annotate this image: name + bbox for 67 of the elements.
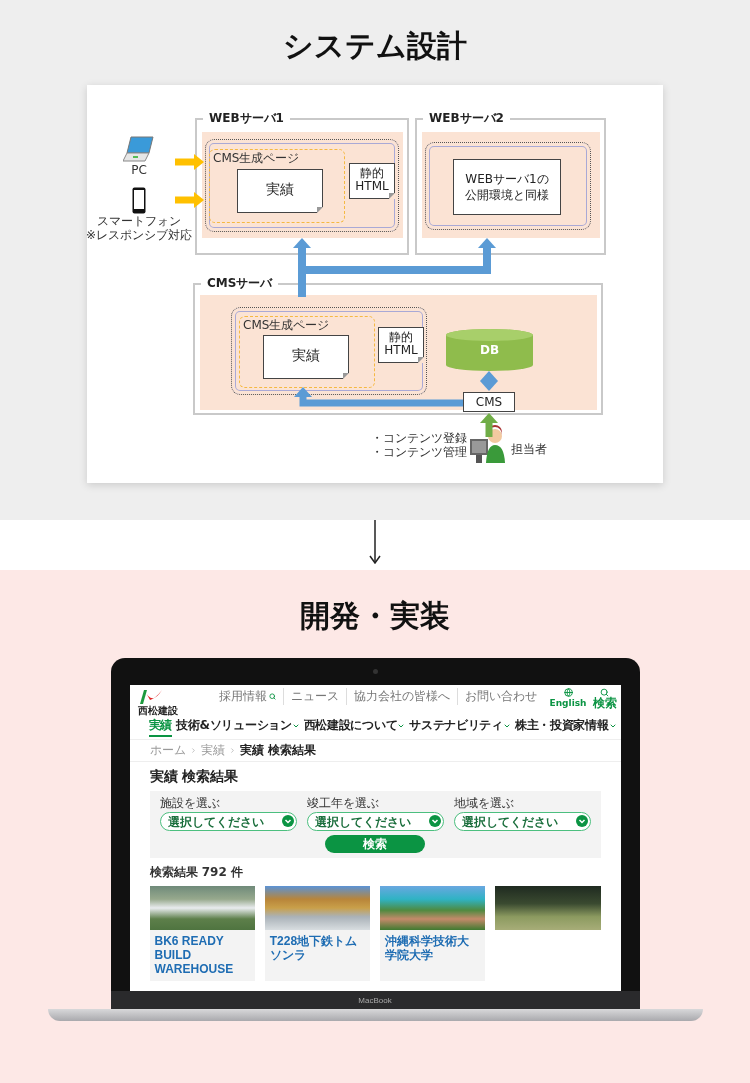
header-icon-link[interactable]: 検索 (586, 688, 617, 710)
camera-dot (372, 669, 378, 674)
utility-link[interactable]: ニュース (282, 688, 346, 705)
device-label: MacBook (358, 995, 392, 1005)
select-field[interactable]: 選択してください (306, 812, 444, 831)
laptop-icon (123, 135, 155, 163)
server-title: WEBサーバ1 (203, 111, 290, 125)
server-title: CMSサーバ (201, 276, 279, 290)
photo-placeholder[interactable] (495, 886, 601, 930)
section-heading: 開発・実装 (300, 597, 450, 635)
result-title: 沖縄科学技術大学院大学 (384, 933, 470, 964)
filter-label: 施設を選ぶ (159, 796, 221, 810)
document-sheet: 実績 (237, 169, 323, 213)
header-icon-link[interactable]: English (543, 688, 587, 710)
zone-label: CMS生成ページ (243, 319, 330, 332)
task-item: ・コンテンツ管理 (371, 445, 467, 459)
filter-label: 竣工年を選ぶ (306, 796, 380, 810)
nav-link[interactable]: 西松建設について (303, 718, 406, 737)
result-count: 検索結果 792 件 (149, 864, 244, 881)
client-label: PC (131, 163, 147, 177)
document-sheet: 静的 HTML (378, 327, 424, 363)
client-note: ※レスポンシブ対応 (85, 228, 193, 242)
result-title: BK6 READY BUILD WAREHOUSE (153, 933, 235, 978)
search-icon (600, 688, 609, 697)
chevron-right-icon (228, 747, 236, 754)
nav-link[interactable]: 技術&ソリューション (176, 718, 300, 737)
section-heading: システム設計 (283, 27, 467, 65)
select-field[interactable]: 選択してください (453, 812, 591, 831)
logo-text: 西松建設 (137, 705, 178, 716)
operator-arrow (480, 413, 498, 437)
chevron-circle-icon (428, 815, 441, 827)
chevron-right-icon (189, 747, 197, 754)
filter-label: 地域を選ぶ (453, 796, 515, 810)
document-sheet: 静的 HTML (349, 163, 395, 199)
smartphone-icon (132, 187, 146, 214)
search-icon (268, 693, 276, 700)
database-arrow (480, 371, 498, 391)
cms-box: CMS (463, 392, 515, 412)
search-button[interactable]: 検索 (325, 835, 425, 853)
result-card[interactable]: BK6 READY BUILD WAREHOUSE (149, 886, 255, 981)
breadcrumb-link[interactable]: 実績 検索結果 (239, 742, 316, 759)
result-card[interactable]: 沖縄科学技術大学院大学 (380, 886, 486, 981)
client-label: スマートフォン (97, 214, 181, 228)
result-card[interactable]: T228地下鉄トムソンラ (264, 886, 370, 981)
operator-at-computer-icon (470, 423, 506, 465)
nav-link[interactable]: サステナビリティ (409, 718, 511, 737)
task-item: ・コンテンツ登録 (371, 431, 467, 445)
server-title: WEBサーバ2 (423, 111, 510, 125)
operator-label: 担当者 (511, 441, 547, 458)
page-title: 実績 検索結果 (149, 768, 240, 784)
nav-link[interactable]: 実績 (148, 718, 173, 737)
database-label: DB (479, 343, 500, 357)
note-box: WEBサーバ1の 公開環境と同様 (453, 159, 561, 215)
zone-label: CMS生成ページ (213, 152, 300, 165)
globe-icon (563, 688, 573, 697)
chevron-circle-icon (575, 815, 588, 827)
utility-link[interactable]: 採用情報 (211, 688, 283, 705)
nav-link[interactable]: 株主・投資家情報 (514, 718, 617, 737)
chevron-circle-icon (281, 815, 294, 827)
utility-link[interactable]: お問い合わせ (456, 688, 544, 705)
result-title: T228地下鉄トムソンラ (268, 933, 359, 964)
select-field[interactable]: 選択してください (159, 812, 297, 831)
down-arrow-icon (369, 520, 381, 564)
breadcrumb-link[interactable]: ホーム (149, 742, 186, 759)
utility-link[interactable]: 協力会社の皆様へ (345, 688, 457, 705)
document-sheet: 実績 (263, 335, 349, 379)
breadcrumb-link[interactable]: 実績 (200, 742, 225, 759)
